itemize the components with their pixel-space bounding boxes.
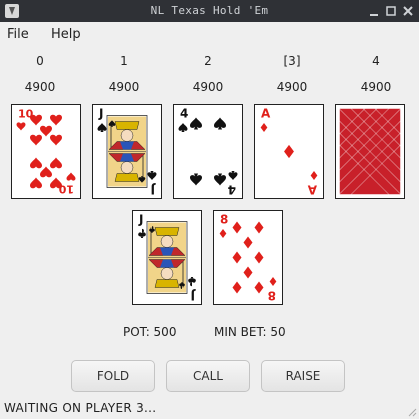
- diamond-pip-icon: [284, 144, 294, 159]
- card-rank: 8: [268, 289, 276, 303]
- spade-icon: [228, 171, 238, 180]
- player-chips: 4900: [192, 80, 224, 94]
- card-rank: J: [191, 289, 196, 303]
- heart-icon: [66, 172, 76, 181]
- spade-icon: [147, 171, 157, 180]
- heart-pip-icon: [50, 134, 62, 146]
- jack-figure-icon: [148, 222, 186, 293]
- menu-help[interactable]: Help: [51, 27, 81, 42]
- heart-pip-icon: [40, 125, 52, 137]
- club-icon: [138, 228, 146, 238]
- diamond-icon: [310, 171, 318, 180]
- diamond-pip-icon: [232, 221, 242, 234]
- diamond-pip-icon: [243, 236, 253, 249]
- card-rank: J: [151, 183, 156, 197]
- card-rank: 8: [220, 213, 228, 227]
- player-label: 4: [372, 54, 380, 68]
- card-rank: J: [98, 107, 103, 121]
- heart-pip-icon: [50, 157, 62, 169]
- call-button[interactable]: CALL: [166, 360, 250, 392]
- player-chips: 4900: [108, 80, 140, 94]
- community-card-4: AA: [254, 104, 324, 199]
- heart-pip-icon: [50, 177, 62, 189]
- raise-button[interactable]: RAISE: [261, 360, 345, 392]
- card-face: 88: [219, 213, 277, 303]
- diamond-pip-icon: [254, 251, 264, 264]
- spade-icon: [97, 123, 107, 132]
- heart-pip-icon: [30, 177, 42, 189]
- window-title: NL Texas Hold 'Em: [150, 4, 269, 17]
- card-face: [338, 105, 402, 198]
- heart-icon: [16, 122, 26, 131]
- spade-pip-icon: [214, 173, 226, 186]
- player-chips: 4900: [360, 80, 392, 94]
- hole-card-1: JJ: [132, 210, 202, 305]
- close-icon[interactable]: [401, 4, 415, 18]
- card-face: JJ: [138, 213, 196, 303]
- status-text: WAITING ON PLAYER 3...: [4, 401, 157, 415]
- card-rank: 4: [228, 183, 236, 197]
- diamond-icon: [260, 123, 268, 132]
- card-face: 1010: [16, 108, 76, 196]
- community-card-3: 44: [173, 104, 243, 199]
- community-card-1: 10 10: [11, 104, 81, 199]
- diamond-icon: [269, 277, 277, 286]
- pot-label: POT: 500: [123, 325, 177, 339]
- club-icon: [188, 277, 196, 287]
- hole-card-2: 88: [213, 210, 283, 305]
- card-rank: A: [261, 107, 271, 121]
- player-chips: 4900: [276, 80, 308, 94]
- diamond-pip-icon: [232, 251, 242, 264]
- fold-button[interactable]: FOLD: [71, 360, 155, 392]
- minimize-icon[interactable]: [367, 4, 381, 18]
- spade-pip-icon: [214, 117, 226, 130]
- card-rank: A: [307, 183, 317, 197]
- title-bar: NL Texas Hold 'Em: [0, 0, 419, 22]
- card-rank: J: [138, 213, 143, 227]
- diamond-pip-icon: [232, 281, 242, 294]
- heart-pip-icon: [40, 166, 52, 178]
- card-face: JJ: [97, 107, 157, 197]
- heart-pip-icon: [50, 114, 62, 126]
- diamond-pip-icon: [243, 266, 253, 279]
- community-card-2: JJ: [92, 104, 162, 199]
- community-card-5: [335, 104, 405, 199]
- jack-figure-icon: [108, 116, 146, 187]
- player-chips: 4900: [24, 80, 56, 94]
- heart-pip-icon: [30, 134, 42, 146]
- min-bet-label: MIN BET: 50: [214, 325, 286, 339]
- player-label-current: [3]: [283, 54, 301, 68]
- spade-pip-icon: [190, 117, 202, 130]
- spade-pip-icon: [190, 173, 202, 186]
- menu-file[interactable]: File: [7, 27, 29, 42]
- card-rank: 4: [180, 107, 188, 121]
- diamond-pip-icon: [254, 281, 264, 294]
- card-face: AA: [260, 107, 318, 197]
- card-face: 44: [178, 107, 238, 197]
- spade-icon: [178, 123, 188, 132]
- diamond-pip-icon: [254, 221, 264, 234]
- menu-bar: File Help: [0, 24, 419, 46]
- player-label: 1: [120, 54, 128, 68]
- player-label: 2: [204, 54, 212, 68]
- diamond-icon: [219, 229, 227, 238]
- resize-grip-icon[interactable]: [405, 405, 417, 417]
- player-label: 0: [36, 54, 44, 68]
- maximize-icon[interactable]: [384, 4, 398, 18]
- heart-pip-icon: [30, 114, 42, 126]
- heart-pip-icon: [30, 157, 42, 169]
